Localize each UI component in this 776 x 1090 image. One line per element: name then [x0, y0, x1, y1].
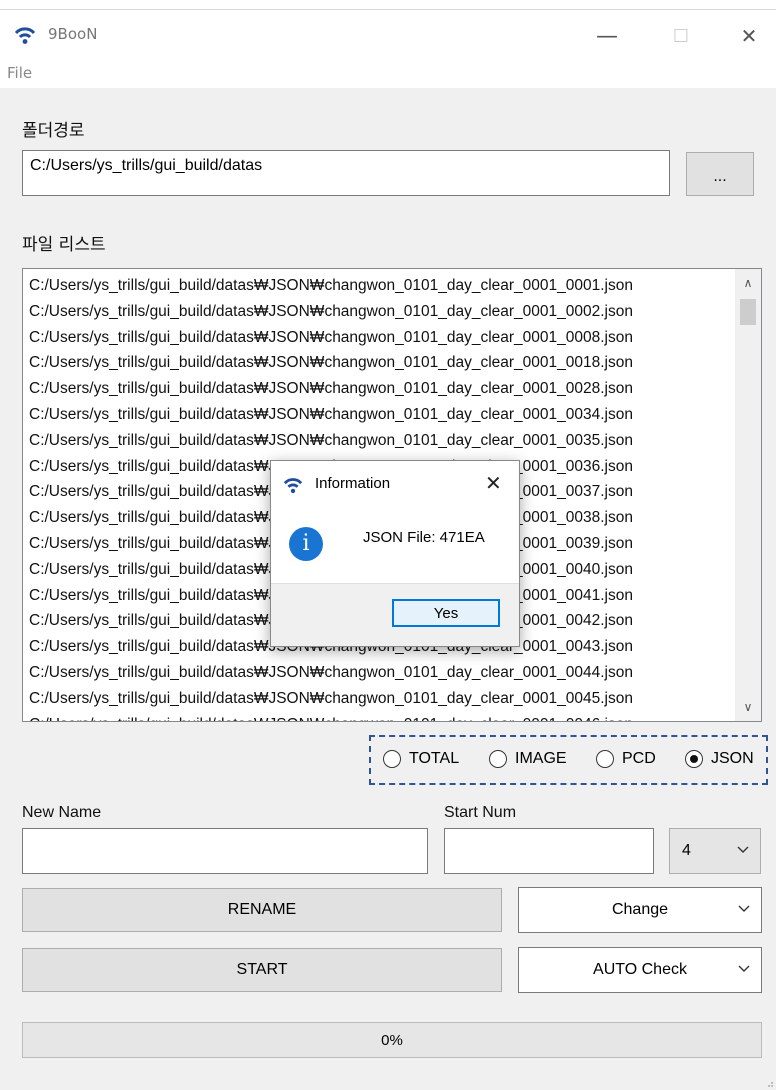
file-type-radio-group: TOTAL IMAGE PCD JSON: [369, 735, 768, 785]
radio-json[interactable]: JSON: [685, 750, 754, 768]
radio-total[interactable]: TOTAL: [383, 750, 459, 768]
app-logo-icon: [14, 27, 36, 44]
list-item[interactable]: C:/Users/ys_trills/gui_build/datas₩JSON₩…: [29, 273, 735, 299]
list-item[interactable]: C:/Users/ys_trills/gui_build/datas₩JSON₩…: [29, 686, 735, 712]
main-window: 9BooN — ☐ ✕ File 폴더경로 C:/Users/ys_trills…: [0, 0, 776, 1090]
scroll-down-icon[interactable]: ∨: [735, 693, 761, 721]
start-button[interactable]: START: [22, 948, 502, 992]
file-list-label: 파일 리스트: [22, 235, 106, 255]
list-item[interactable]: C:/Users/ys_trills/gui_build/datas₩JSON₩…: [29, 325, 735, 351]
browse-button[interactable]: ...: [686, 152, 754, 196]
dialog-title-bar[interactable]: Information ✕: [271, 461, 519, 507]
info-icon: i: [289, 527, 323, 561]
change-select-value: Change: [611, 901, 669, 918]
digits-select[interactable]: 4: [669, 828, 761, 874]
dialog-body: i JSON File: 471EA: [271, 507, 519, 583]
radio-pcd-label: PCD: [622, 750, 656, 767]
dialog-footer: Yes: [271, 583, 519, 646]
dialog-close-button[interactable]: ✕: [485, 471, 502, 495]
list-item[interactable]: C:/Users/ys_trills/gui_build/datas₩JSON₩…: [29, 299, 735, 325]
app-logo-icon: [283, 478, 303, 494]
radio-image-label: IMAGE: [515, 750, 567, 767]
progress-bar: 0%: [22, 1022, 762, 1058]
list-item[interactable]: C:/Users/ys_trills/gui_build/datas₩JSON₩…: [29, 350, 735, 376]
top-edge: [0, 0, 776, 10]
digits-select-value: 4: [682, 842, 691, 859]
radio-total-label: TOTAL: [409, 750, 460, 767]
menu-file[interactable]: File: [7, 64, 32, 82]
information-dialog: Information ✕ i JSON File: 471EA Yes: [270, 460, 520, 647]
scroll-thumb[interactable]: [740, 299, 756, 325]
list-scrollbar[interactable]: ∧ ∨: [735, 269, 761, 721]
auto-check-select[interactable]: AUTO Check: [518, 947, 762, 993]
menu-bar: File: [0, 58, 776, 88]
rename-button[interactable]: RENAME: [22, 888, 502, 932]
radio-image[interactable]: IMAGE: [489, 750, 567, 768]
new-name-input[interactable]: [22, 828, 428, 874]
progress-label: 0%: [381, 1031, 403, 1049]
title-bar[interactable]: 9BooN — ☐ ✕: [0, 10, 776, 58]
radio-dot-json[interactable]: [685, 750, 703, 768]
list-item[interactable]: C:/Users/ys_trills/gui_build/datas₩JSON₩…: [29, 376, 735, 402]
scroll-up-icon[interactable]: ∧: [735, 269, 761, 297]
yes-button[interactable]: Yes: [392, 599, 500, 627]
change-select[interactable]: Change: [518, 887, 762, 933]
radio-json-label: JSON: [711, 750, 754, 767]
start-num-input[interactable]: [444, 828, 654, 874]
chevron-down-icon: [738, 905, 750, 912]
resize-grip-icon[interactable]: [764, 1078, 774, 1088]
chevron-down-icon: [737, 846, 749, 853]
close-button[interactable]: ✕: [726, 16, 772, 56]
dialog-message: JSON File: 471EA: [363, 529, 485, 546]
radio-dot-total[interactable]: [383, 750, 401, 768]
dialog-title: Information: [315, 475, 391, 492]
list-item[interactable]: C:/Users/ys_trills/gui_build/datas₩JSON₩…: [29, 428, 735, 454]
list-item[interactable]: C:/Users/ys_trills/gui_build/datas₩JSON₩…: [29, 402, 735, 428]
folder-path-label: 폴더경로: [22, 121, 85, 141]
minimize-button[interactable]: —: [584, 16, 630, 56]
radio-dot-pcd[interactable]: [596, 750, 614, 768]
list-item[interactable]: C:/Users/ys_trills/gui_build/datas₩JSON₩…: [29, 660, 735, 686]
auto-check-select-value: AUTO Check: [593, 961, 687, 978]
maximize-button[interactable]: ☐: [658, 16, 704, 56]
window-title: 9BooN: [48, 25, 98, 43]
new-name-label: New Name: [22, 804, 102, 821]
folder-path-input[interactable]: C:/Users/ys_trills/gui_build/datas: [22, 150, 670, 196]
chevron-down-icon: [738, 965, 750, 972]
list-item[interactable]: C:/Users/ys_trills/gui_build/datas₩JSON₩…: [29, 712, 735, 721]
radio-pcd[interactable]: PCD: [596, 750, 656, 768]
start-num-label: Start Num: [444, 804, 517, 821]
radio-dot-image[interactable]: [489, 750, 507, 768]
